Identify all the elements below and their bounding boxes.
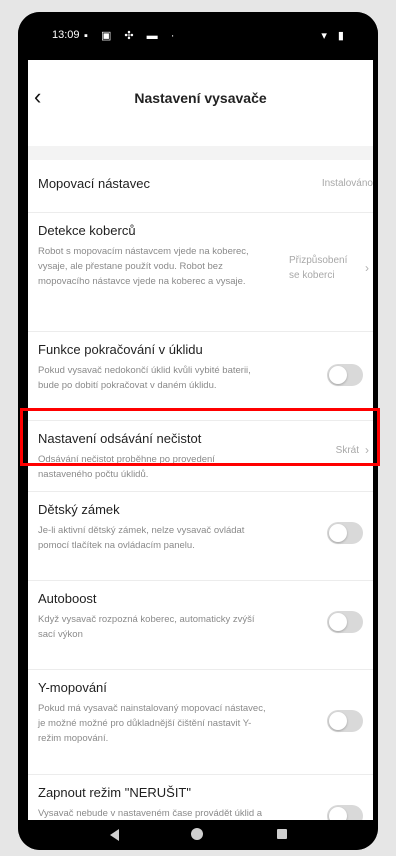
setting-name: Autoboost — [38, 591, 97, 606]
setting-description: Odsávání nečistot proběhne po provedení … — [38, 454, 215, 480]
setting-name: Funkce pokračování v úklidu — [38, 342, 203, 357]
android-nav-bar — [18, 820, 378, 850]
setting-description: Robot s mopovacím nástavcem vjede na kob… — [38, 246, 249, 287]
nav-back-icon[interactable] — [110, 829, 119, 841]
setting-child-lock[interactable]: Dětský zámek Je-li aktivní dětský zámek,… — [28, 492, 373, 581]
setting-name: Nastavení odsávání nečistot — [38, 431, 202, 446]
toggle-knob — [329, 613, 347, 631]
setting-name: Zapnout režim "NERUŠIT" — [38, 785, 191, 800]
settings-screen: ‹ Nastavení vysavače Mopovací nástavec I… — [28, 60, 373, 820]
toggle-switch[interactable] — [327, 364, 363, 386]
toggle-switch[interactable] — [327, 522, 363, 544]
setting-description: Pokud vysavač nedokončí úklid kvůli vybi… — [38, 365, 251, 391]
toggle-switch[interactable] — [327, 805, 363, 820]
setting-description: Je-li aktivní dětský zámek, nelze vysava… — [38, 525, 245, 551]
header: ‹ Nastavení vysavače — [28, 60, 373, 146]
toggle-knob — [329, 712, 347, 730]
setting-name: Dětský zámek — [38, 502, 120, 517]
setting-description: Vysavač nebude v nastaveném čase provádě… — [38, 808, 263, 819]
toggle-knob — [329, 366, 347, 384]
status-bar: 13:09 ▪ ▣ ✣ ▬ · ▾ ▮ — [18, 12, 378, 60]
setting-autoboost[interactable]: Autoboost Když vysavač rozpozná koberec,… — [28, 581, 373, 670]
toggle-knob — [329, 524, 347, 542]
toggle-switch[interactable] — [327, 611, 363, 633]
status-time: 13:09 — [52, 29, 80, 41]
chevron-right-icon: › — [365, 261, 369, 275]
setting-resume-cleaning[interactable]: Funkce pokračování v úklidu Pokud vysava… — [28, 332, 373, 421]
setting-dirt-evacuation[interactable]: Nastavení odsávání nečistot Odsávání neč… — [28, 421, 373, 492]
phone-frame: 13:09 ▪ ▣ ✣ ▬ · ▾ ▮ ‹ Nastavení vysavače… — [18, 12, 378, 850]
section-divider — [28, 146, 373, 160]
setting-description: Pokud má vysavač nainstalovaný mopovací … — [38, 703, 266, 744]
toggle-switch[interactable] — [327, 710, 363, 732]
setting-value: Přizpůsobení se koberci — [289, 255, 348, 281]
setting-do-not-disturb[interactable]: Zapnout režim "NERUŠIT" Vysavač nebude v… — [28, 775, 373, 820]
setting-mop-attachment[interactable]: Mopovací nástavec Instalováno — [28, 160, 373, 213]
setting-value: Instalováno — [321, 178, 373, 189]
status-notification-icons: ▪ ▣ ✣ ▬ · — [84, 30, 180, 42]
chevron-right-icon: › — [365, 443, 369, 457]
nav-home-icon[interactable] — [191, 828, 203, 840]
toggle-knob — [329, 807, 347, 820]
setting-carpet-detection[interactable]: Detekce koberců Robot s mopovacím nástav… — [28, 213, 373, 332]
setting-name: Mopovací nástavec — [38, 176, 151, 191]
setting-y-mopping[interactable]: Y-mopování Pokud má vysavač nainstalovan… — [28, 670, 373, 775]
setting-name: Y-mopování — [38, 680, 107, 695]
nav-recents-icon[interactable] — [277, 829, 287, 839]
page-title: Nastavení vysavače — [134, 90, 267, 106]
setting-value: Skrát — [335, 445, 359, 456]
status-system-icons: ▾ ▮ — [321, 30, 348, 42]
setting-description: Když vysavač rozpozná koberec, automatic… — [38, 614, 255, 640]
setting-name: Detekce koberců — [38, 223, 136, 238]
